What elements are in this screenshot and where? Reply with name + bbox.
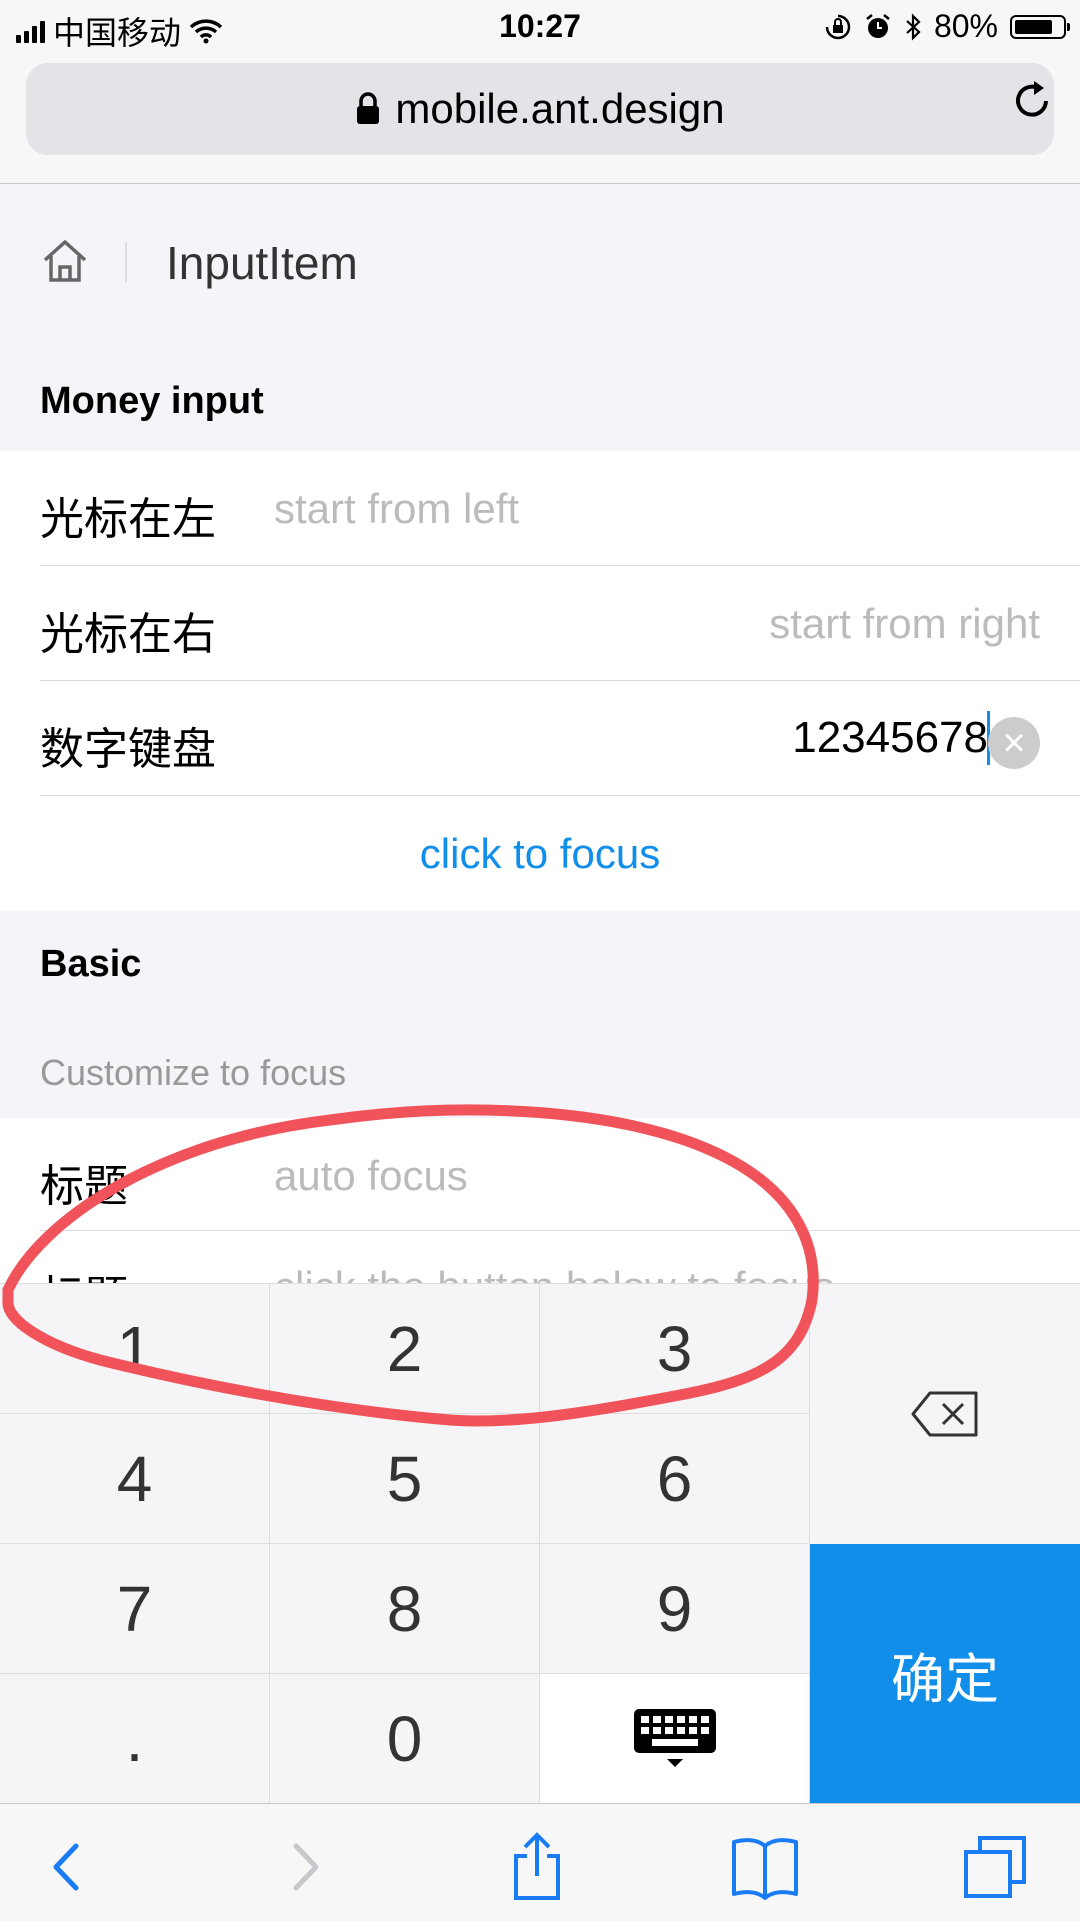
focus-button-input[interactable]: click the button below to focus bbox=[274, 1263, 1040, 1283]
click-to-focus-link[interactable]: click to focus bbox=[0, 830, 1080, 878]
money-input-right[interactable]: start from right bbox=[274, 600, 1040, 648]
home-icon[interactable] bbox=[40, 236, 90, 286]
row-label: 数字键盘 bbox=[40, 725, 216, 774]
browser-top-bar: mobile.ant.design bbox=[0, 55, 1080, 184]
backspace-icon bbox=[911, 1391, 978, 1437]
number-input[interactable]: 12345678 bbox=[792, 713, 988, 763]
list-item[interactable]: 标题 click the button below to focus bbox=[0, 1231, 1080, 1283]
page-title: InputItem bbox=[166, 237, 358, 289]
status-right: 80% bbox=[824, 8, 1070, 45]
focus-row[interactable]: click to focus bbox=[0, 796, 1080, 911]
key-6[interactable]: 6 bbox=[540, 1414, 810, 1544]
address-bar[interactable]: mobile.ant.design bbox=[26, 63, 1054, 155]
bluetooth-icon bbox=[906, 12, 921, 41]
row-label: 光标在左 bbox=[40, 495, 216, 544]
key-4[interactable]: 4 bbox=[0, 1414, 270, 1544]
number-keyboard: 1 2 3 4 5 6 7 8 9 . 0 确定 bbox=[0, 1283, 1080, 1804]
list-item[interactable]: 光标在右 start from right bbox=[0, 566, 1080, 681]
money-input-left[interactable]: start from left bbox=[274, 485, 1040, 533]
row-label: 光标在右 bbox=[40, 610, 216, 659]
orientation-lock-icon bbox=[825, 14, 851, 39]
key-0[interactable]: 0 bbox=[270, 1674, 540, 1804]
browser-toolbar bbox=[0, 1803, 1080, 1921]
confirm-button[interactable]: 确定 bbox=[810, 1544, 1080, 1804]
tabs-icon[interactable] bbox=[960, 1832, 1030, 1902]
key-2[interactable]: 2 bbox=[270, 1284, 540, 1414]
reload-icon[interactable] bbox=[1008, 77, 1056, 125]
share-icon[interactable] bbox=[502, 1832, 572, 1902]
battery-icon bbox=[1010, 14, 1070, 39]
key-1[interactable]: 1 bbox=[0, 1284, 270, 1414]
url-text: mobile.ant.design bbox=[395, 85, 725, 132]
section-title-basic: Basic bbox=[40, 943, 142, 985]
key-5[interactable]: 5 bbox=[270, 1414, 540, 1544]
row-label: 标题 bbox=[40, 1162, 128, 1211]
section-caption: Customize to focus bbox=[40, 1052, 347, 1093]
basic-input-list: 标题 auto focus 标题 click the button below … bbox=[0, 1118, 1080, 1283]
list-item[interactable]: 数字键盘 12345678 × bbox=[0, 681, 1080, 796]
battery-percent: 80% bbox=[933, 8, 998, 44]
section-title-money: Money input bbox=[40, 380, 264, 422]
auto-focus-input[interactable]: auto focus bbox=[274, 1152, 1040, 1200]
alarm-icon bbox=[866, 13, 890, 38]
list-item[interactable]: 标题 auto focus bbox=[0, 1118, 1080, 1231]
page-nav-bar: InputItem bbox=[0, 184, 1080, 344]
row-label: 标题 bbox=[40, 1261, 128, 1283]
key-8[interactable]: 8 bbox=[270, 1544, 540, 1674]
backspace-button[interactable] bbox=[810, 1284, 1080, 1544]
clear-icon[interactable]: × bbox=[988, 717, 1040, 769]
status-bar: 中国移动 10:27 80% bbox=[0, 0, 1080, 55]
keyboard-hide-icon bbox=[633, 1708, 716, 1767]
bookmarks-icon[interactable] bbox=[730, 1832, 800, 1902]
nav-divider bbox=[125, 242, 127, 282]
forward-icon[interactable] bbox=[270, 1832, 340, 1902]
keyboard-hide-button[interactable] bbox=[540, 1674, 810, 1804]
back-icon[interactable] bbox=[32, 1832, 102, 1902]
lock-icon bbox=[357, 92, 380, 124]
key-dot[interactable]: . bbox=[0, 1674, 270, 1804]
key-7[interactable]: 7 bbox=[0, 1544, 270, 1674]
list-item[interactable]: 光标在左 start from left bbox=[0, 451, 1080, 566]
key-9[interactable]: 9 bbox=[540, 1544, 810, 1674]
key-3[interactable]: 3 bbox=[540, 1284, 810, 1414]
money-input-list: 光标在左 start from left 光标在右 start from rig… bbox=[0, 451, 1080, 911]
